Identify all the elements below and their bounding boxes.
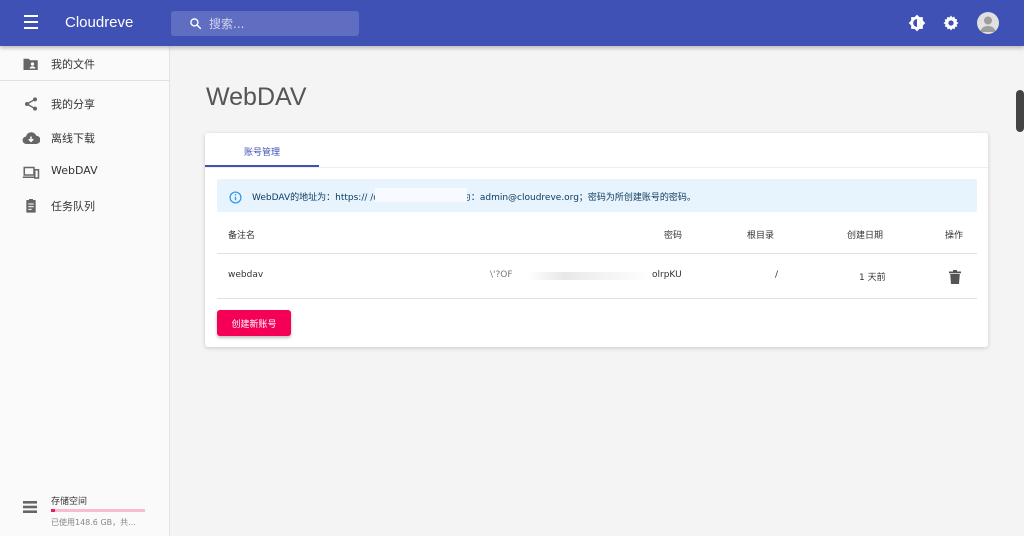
sidebar-item-label: 任务队列 [51,200,95,213]
clipboard-list-icon [22,198,40,214]
info-alert: WebDAV的地址为：https:// /dav；登陆用户名统一为：admin@… [217,179,977,212]
cell-password-start: \'?OF [490,270,513,280]
folder-account-icon [22,56,40,72]
sidebar-item-offline-download[interactable]: 离线下载 [0,122,169,152]
create-account-button[interactable]: 创建新账号 [217,310,291,336]
header-divider [217,253,977,254]
info-icon [229,189,242,208]
share-icon [22,96,40,112]
sidebar-item-label: 离线下载 [51,132,95,145]
scrollbar-thumb[interactable] [1016,90,1024,132]
settings-gear-icon[interactable] [941,13,961,33]
storage-progress-fill [51,509,55,512]
webdav-accounts-card: 账号管理 WebDAV的地址为：https:// /dav；登陆用户名统一为：a… [205,133,988,347]
sidebar-item-label: 我的分享 [51,98,95,111]
storage-list-icon [22,499,38,518]
sidebar-divider [0,80,169,81]
sidebar-item-my-shares[interactable]: 我的分享 [0,88,169,118]
tab-label: 账号管理 [243,148,280,158]
sidebar-item-webdav[interactable]: WebDAV [0,156,169,186]
tab-account-management[interactable]: 账号管理 [205,133,319,167]
sidebar: 我的文件 我的分享 离线下载 WebDAV 任务队列 存储空间 已使用148.6… [0,46,170,536]
storage-usage-text: 已使用148.6 GB，共... [51,518,136,527]
column-header-password: 密码 [664,231,683,241]
user-avatar[interactable] [977,12,999,34]
storage-title: 存储空间 [51,497,88,507]
search-input[interactable] [209,16,349,31]
page-title: WebDAV [206,83,307,111]
column-header-created: 创建日期 [847,231,884,241]
cell-name: webdav [228,270,264,280]
sidebar-item-label: 我的文件 [51,58,95,71]
menu-icon[interactable] [24,15,40,31]
storage-progress-bar [51,509,145,512]
column-header-name: 备注名 [228,231,256,241]
redacted-address [375,188,467,202]
devices-icon [22,164,40,180]
cell-password-end: olrpKU [652,270,682,280]
app-title[interactable]: Cloudreve [65,14,133,31]
column-header-root: 根目录 [747,231,775,241]
tab-divider [205,167,988,168]
cell-created: 1 天前 [859,273,886,283]
alert-message: WebDAV的地址为：https:// /dav；登陆用户名统一为：admin@… [252,193,696,203]
sidebar-item-my-files[interactable]: 我的文件 [0,48,169,78]
delete-trash-icon[interactable] [949,269,961,288]
redacted-password [527,272,652,280]
column-header-actions: 操作 [945,231,964,241]
cell-root: / [775,270,779,280]
sidebar-item-task-queue[interactable]: 任务队列 [0,190,169,220]
search-icon [190,18,202,30]
theme-toggle-icon[interactable] [907,13,927,33]
sidebar-item-label: WebDAV [51,164,98,177]
search-box[interactable] [171,11,359,36]
row-divider [217,298,977,299]
storage-panel[interactable]: 存储空间 已使用148.6 GB，共... [0,486,169,536]
app-bar: Cloudreve [0,0,1024,46]
cloud-download-icon [22,130,41,146]
